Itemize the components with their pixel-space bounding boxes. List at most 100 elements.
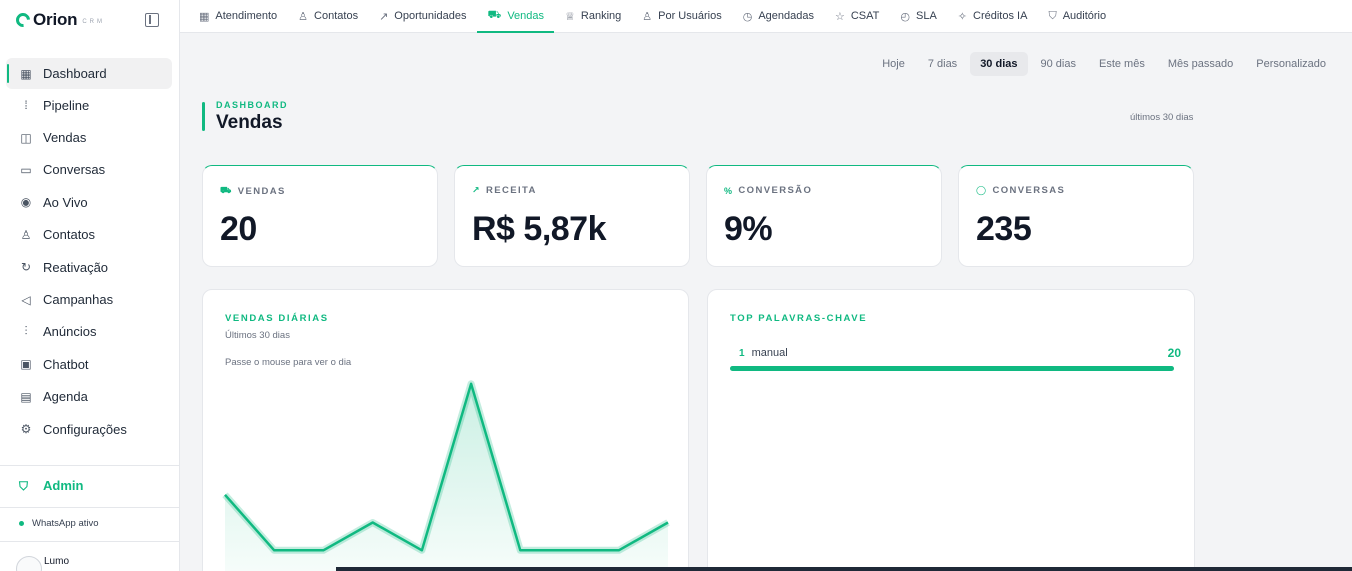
whatsapp-status: WhatsApp ativo <box>19 518 99 529</box>
sidebar-item-anuncios[interactable]: ⫶ Anúncios <box>0 316 180 348</box>
status-dot-icon <box>19 521 24 526</box>
megaphone-icon: ◁ <box>21 292 31 307</box>
trend-icon: ↗ <box>472 185 481 195</box>
period-selector: Hoje 7 dias 30 dias 90 dias Este mês Mês… <box>869 52 1336 76</box>
users-icon: ♙ <box>298 10 309 23</box>
daily-sales-chart[interactable] <box>203 290 689 571</box>
sales-point[interactable] <box>219 489 231 501</box>
tab-sla[interactable]: ◴ SLA <box>900 0 936 32</box>
kpi-card-conversao: % CONVERSÃO 9% <box>706 165 942 267</box>
panel-title: TOP PALAVRAS-CHAVE <box>730 313 868 324</box>
sidebar-item-configuracoes[interactable]: ⚙ Configurações <box>0 413 180 445</box>
cart-icon: ⛟ <box>220 185 233 195</box>
tab-csat[interactable]: ☆ CSAT <box>835 0 879 32</box>
period-hoje[interactable]: Hoje <box>872 52 915 76</box>
sidebar-item-reativacao[interactable]: ↻ Reativação <box>0 251 180 283</box>
sales-point[interactable] <box>268 544 280 556</box>
users-icon: ♙ <box>20 227 32 242</box>
sales-point[interactable] <box>465 378 477 390</box>
top-keywords-panel: TOP PALAVRAS-CHAVE 1 manual 20 <box>707 289 1195 571</box>
tab-atendimento[interactable]: ▦ Atendimento <box>199 0 277 32</box>
kpi-card-vendas: ⛟ VENDAS 20 <box>202 165 438 267</box>
brand-sub: CRM <box>82 19 106 25</box>
kpi-label-text: CONVERSAS <box>992 185 1066 196</box>
sidebar-item-admin[interactable]: ⛉ Admin <box>19 478 83 493</box>
star-icon: ☆ <box>834 10 845 23</box>
sales-point[interactable] <box>662 517 674 529</box>
tab-label: Oportunidades <box>394 10 467 22</box>
keyword-bar-fill <box>730 366 1174 371</box>
tab-label: Agendadas <box>758 10 814 22</box>
tab-vendas[interactable]: ⛟ Vendas <box>477 0 554 33</box>
bot-icon: ▣ <box>20 357 32 372</box>
date-range-label: últimos 30 dias <box>1130 112 1194 123</box>
user-name: Lumo <box>44 555 70 567</box>
sidebar-item-label: Chatbot <box>43 356 89 372</box>
brand-logo[interactable]: Orion CRM <box>13 9 106 31</box>
sidebar-item-label: Conversas <box>43 162 106 178</box>
user-profile[interactable]: Lumo <box>16 556 69 571</box>
kpi-card-conversas: ◯ CONVERSAS 235 <box>958 165 1194 267</box>
percent-icon: % <box>724 185 734 196</box>
shield-check-icon: ⛉ <box>19 478 29 493</box>
chat-icon: ◯ <box>976 185 988 195</box>
user-icon: ♙ <box>642 10 653 23</box>
sidebar-item-conversas[interactable]: ▭ Conversas <box>0 154 180 186</box>
sidebar-item-chatbot[interactable]: ▣ Chatbot <box>0 348 180 380</box>
period-este-mes[interactable]: Este mês <box>1089 52 1155 76</box>
timer-icon: ◴ <box>900 10 910 23</box>
chat-icon: ▭ <box>20 162 32 177</box>
sales-point[interactable] <box>416 544 428 556</box>
sales-point[interactable] <box>367 517 379 529</box>
sidebar-item-ao-vivo[interactable]: ◉ Ao Vivo <box>0 186 180 218</box>
sidebar-item-agenda[interactable]: ▤ Agenda <box>0 381 180 413</box>
sparkle-icon: ✧ <box>957 10 968 23</box>
period-30-dias[interactable]: 30 dias <box>970 52 1028 76</box>
bag-icon: ◫ <box>20 130 32 145</box>
taskbar-edge <box>336 567 1352 571</box>
kpi-value: 9% <box>724 210 773 248</box>
sales-point[interactable] <box>613 544 625 556</box>
page-kicker: DASHBOARD <box>216 100 288 110</box>
sales-point[interactable] <box>317 544 329 556</box>
keyword-count: 20 <box>1167 346 1181 360</box>
collapse-sidebar-icon[interactable] <box>145 13 159 27</box>
sales-point[interactable] <box>514 544 526 556</box>
tab-oportunidades[interactable]: ↗ Oportunidades <box>379 0 466 32</box>
sidebar-item-campanhas[interactable]: ◁ Campanhas <box>0 283 180 315</box>
sidebar-item-pipeline[interactable]: ⁞ Pipeline <box>0 89 180 121</box>
kpi-label: ↗ RECEITA <box>472 185 537 196</box>
sidebar-item-label: Pipeline <box>43 97 90 113</box>
sidebar-item-dashboard[interactable]: ▦ Dashboard <box>6 58 172 89</box>
calendar-icon: ▤ <box>20 389 32 404</box>
sidebar-item-label: Contatos <box>43 227 96 243</box>
tab-agendadas[interactable]: ◷ Agendadas <box>743 0 814 32</box>
keyword-rank: 1 <box>739 347 745 359</box>
tab-auditorio[interactable]: ⛉ Auditório <box>1048 0 1106 32</box>
trend-icon: ↗ <box>379 10 389 23</box>
tab-label: SLA <box>916 10 937 22</box>
kpi-card-receita: ↗ RECEITA R$ 5,87k <box>454 165 690 267</box>
sidebar-divider <box>0 507 180 508</box>
tab-creditos-ia[interactable]: ✧ Créditos IA <box>958 0 1028 32</box>
period-personalizado[interactable]: Personalizado <box>1246 52 1336 76</box>
sidebar-item-contatos[interactable]: ♙ Contatos <box>0 219 180 251</box>
tab-label: Auditório <box>1062 10 1107 22</box>
keyword-row[interactable]: 1 manual 20 <box>739 346 1181 360</box>
brand-name: Orion <box>33 10 78 29</box>
period-7-dias[interactable]: 7 dias <box>918 52 967 76</box>
tab-por-usuarios[interactable]: ♙ Por Usuários <box>642 0 721 32</box>
sidebar-item-label: Campanhas <box>43 292 114 308</box>
period-mes-passado[interactable]: Mês passado <box>1158 52 1243 76</box>
sidebar-item-label: Anúncios <box>43 324 97 340</box>
sidebar-item-vendas[interactable]: ◫ Vendas <box>0 121 180 153</box>
clock-icon: ◷ <box>742 10 753 23</box>
tab-contatos[interactable]: ♙ Contatos <box>298 0 358 32</box>
sales-point[interactable] <box>564 544 576 556</box>
period-90-dias[interactable]: 90 dias <box>1031 52 1086 76</box>
tab-ranking[interactable]: ♕ Ranking <box>565 0 621 32</box>
pipeline-icon: ⁞ <box>24 98 28 113</box>
trophy-icon: ♕ <box>565 10 575 23</box>
grid-icon: ▦ <box>199 10 210 23</box>
orion-logo-icon <box>13 10 33 30</box>
